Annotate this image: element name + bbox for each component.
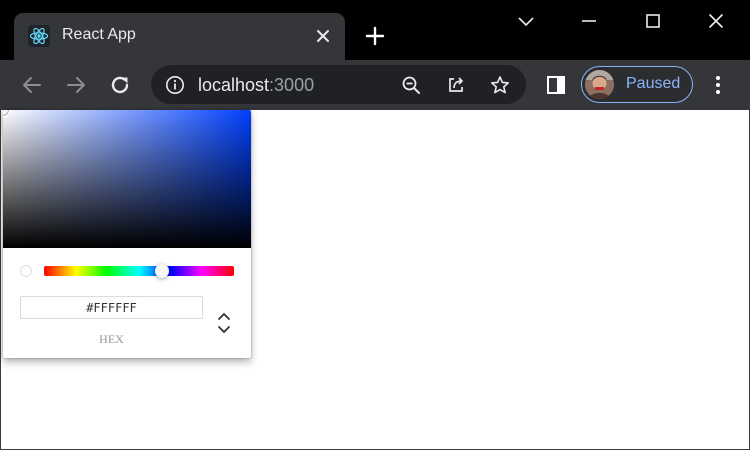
zoom-out-icon[interactable] bbox=[399, 73, 423, 97]
new-tab-plus-icon[interactable] bbox=[361, 22, 389, 50]
toolbar: localhost:3000 Paused bbox=[0, 60, 750, 110]
hex-mode-label: HEX bbox=[99, 332, 124, 346]
react-logo-icon bbox=[28, 25, 50, 47]
saturation-black-gradient bbox=[3, 110, 251, 248]
page-content: HEX bbox=[0, 110, 750, 450]
url-text[interactable]: localhost:3000 bbox=[198, 75, 314, 96]
color-swatch bbox=[20, 265, 32, 277]
side-panel-icon[interactable] bbox=[540, 69, 572, 101]
hue-slider-handle[interactable] bbox=[154, 264, 169, 278]
share-icon[interactable] bbox=[444, 73, 468, 97]
mode-toggle-up-down-chevron-icon[interactable] bbox=[213, 308, 235, 338]
close-window-icon[interactable] bbox=[696, 6, 736, 36]
forward-arrow-right-icon[interactable] bbox=[60, 69, 92, 101]
url-port: :3000 bbox=[269, 75, 315, 95]
tab-react-app[interactable]: React App bbox=[14, 13, 345, 60]
saturation-area[interactable] bbox=[3, 110, 251, 248]
site-info-icon[interactable] bbox=[163, 73, 187, 97]
menu-more-vert-icon[interactable] bbox=[702, 69, 734, 101]
back-arrow-left-icon[interactable] bbox=[16, 69, 48, 101]
address-bar[interactable]: localhost:3000 bbox=[151, 65, 526, 104]
avatar bbox=[585, 70, 614, 99]
minimize-icon[interactable] bbox=[569, 6, 609, 36]
reload-icon[interactable] bbox=[104, 69, 136, 101]
profile-status-label: Paused bbox=[626, 75, 681, 92]
hex-input[interactable] bbox=[20, 296, 203, 319]
color-picker: HEX bbox=[3, 110, 251, 358]
tab-search-chevron-down-icon[interactable] bbox=[506, 6, 546, 36]
profile-button[interactable]: Paused bbox=[581, 66, 693, 103]
title-bar: React App bbox=[0, 0, 750, 60]
hue-slider[interactable] bbox=[44, 264, 234, 278]
url-host: localhost bbox=[198, 75, 270, 95]
tab-close-icon[interactable] bbox=[311, 24, 335, 48]
bookmark-star-icon[interactable] bbox=[488, 73, 512, 97]
browser-window: React App localhost:3000 Paused #FFFFFF … bbox=[0, 0, 750, 450]
maximize-icon[interactable] bbox=[633, 6, 673, 36]
tab-title: React App bbox=[62, 26, 136, 43]
